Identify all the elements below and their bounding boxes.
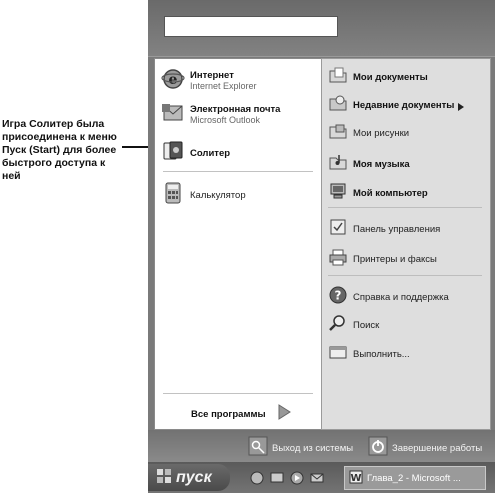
start-menu-header [148, 0, 495, 57]
menu-item-label: Поиск [353, 319, 380, 331]
shutdown-button[interactable]: Завершение работы [368, 436, 482, 460]
arrow-right-icon [274, 402, 294, 426]
menu-item-label: Справка и поддержка [353, 291, 449, 303]
start-menu-footer: Выход из системы Завершение работы [148, 430, 495, 462]
quicklaunch-desktop-icon[interactable] [270, 470, 284, 484]
submenu-arrow-icon [458, 96, 465, 115]
menu-item-recent-documents[interactable]: Недавние документы [328, 93, 465, 117]
menu-item-label: Моя музыка [353, 158, 410, 170]
menu-item-label: Мои рисунки [353, 127, 410, 139]
task-label: Глава_2 - Microsoft ... [367, 472, 461, 484]
menu-item-label: Выполнить... [353, 348, 410, 360]
folder-music-icon [328, 152, 348, 176]
start-menu-left-pane: e Интернет Internet Explorer Электронная… [154, 58, 322, 430]
start-label: пуск [176, 468, 212, 486]
shutdown-label: Завершение работы [392, 442, 483, 454]
svg-text:W: W [350, 473, 361, 484]
taskbar: пуск W Глава_2 - Microsoft ... [148, 462, 495, 493]
word-icon: W [349, 470, 363, 487]
menu-item-calculator[interactable]: Калькулятор [161, 181, 246, 209]
start-button[interactable]: пуск [148, 464, 230, 491]
folder-docs-icon [328, 65, 348, 89]
all-programs-label: Все программы [191, 408, 266, 420]
menu-item-my-pictures[interactable]: Мои рисунки [328, 121, 409, 145]
menu-item-label: Мои документы [353, 71, 428, 83]
separator [328, 275, 482, 276]
menu-item-title: Калькулятор [190, 189, 246, 201]
menu-item-label: Панель управления [353, 223, 441, 235]
power-icon [368, 436, 388, 460]
start-menu-right-pane: Мои документы Недавние документы Мои рис… [321, 58, 491, 430]
annotation-text: Игра Солитер была присоединена к меню Пу… [2, 118, 117, 182]
menu-item-my-computer[interactable]: Мой компьютер [328, 181, 428, 205]
logoff-button[interactable]: Выход из системы [248, 436, 353, 460]
calculator-icon [161, 181, 185, 209]
my-computer-icon [328, 181, 348, 205]
outlook-icon [161, 101, 185, 129]
menu-item-subtitle: Internet Explorer [190, 81, 257, 91]
solitaire-icon [161, 139, 185, 167]
quicklaunch-ie-icon[interactable] [250, 470, 264, 485]
menu-item-my-documents[interactable]: Мои документы [328, 65, 428, 89]
windows-logo-icon [156, 468, 172, 488]
user-name-box [164, 16, 338, 37]
svg-text:?: ? [335, 289, 342, 303]
menu-item-title: Электронная почта [190, 104, 281, 115]
ie-icon: e [161, 67, 185, 95]
menu-item-label: Недавние документы [353, 99, 455, 111]
recent-docs-icon [328, 93, 348, 117]
menu-item-my-music[interactable]: Моя музыка [328, 152, 410, 176]
separator [163, 171, 313, 172]
menu-item-label: Мой компьютер [353, 187, 428, 199]
menu-item-title: Солитер [190, 147, 231, 159]
start-menu: e Интернет Internet Explorer Электронная… [148, 0, 495, 462]
menu-item-help[interactable]: ? Справка и поддержка [328, 285, 449, 309]
menu-item-solitaire[interactable]: Солитер [161, 139, 230, 167]
taskbar-button-word-document[interactable]: W Глава_2 - Microsoft ... [344, 466, 486, 490]
menu-item-subtitle: Microsoft Outlook [190, 115, 261, 125]
menu-item-search[interactable]: Поиск [328, 313, 379, 337]
menu-item-label: Принтеры и факсы [353, 253, 437, 265]
search-icon [328, 313, 348, 337]
key-icon [248, 436, 268, 460]
menu-item-run[interactable]: Выполнить... [328, 342, 410, 366]
all-programs-button[interactable]: Все программы [191, 402, 294, 426]
folder-pictures-icon [328, 121, 348, 145]
logoff-label: Выход из системы [272, 442, 354, 454]
separator [328, 207, 482, 208]
quicklaunch-outlook-icon[interactable] [310, 470, 324, 484]
menu-item-email[interactable]: Электронная почта Microsoft Outlook [161, 101, 280, 129]
menu-item-internet[interactable]: e Интернет Internet Explorer [161, 67, 257, 95]
menu-item-printers[interactable]: Принтеры и факсы [328, 247, 437, 271]
help-icon: ? [328, 285, 348, 309]
separator [163, 393, 313, 394]
run-icon [328, 342, 348, 366]
quicklaunch-media-icon[interactable] [290, 470, 304, 485]
menu-item-control-panel[interactable]: Панель управления [328, 217, 440, 241]
control-panel-icon [328, 217, 348, 241]
printer-icon [328, 247, 348, 271]
menu-item-title: Интернет [190, 70, 234, 81]
